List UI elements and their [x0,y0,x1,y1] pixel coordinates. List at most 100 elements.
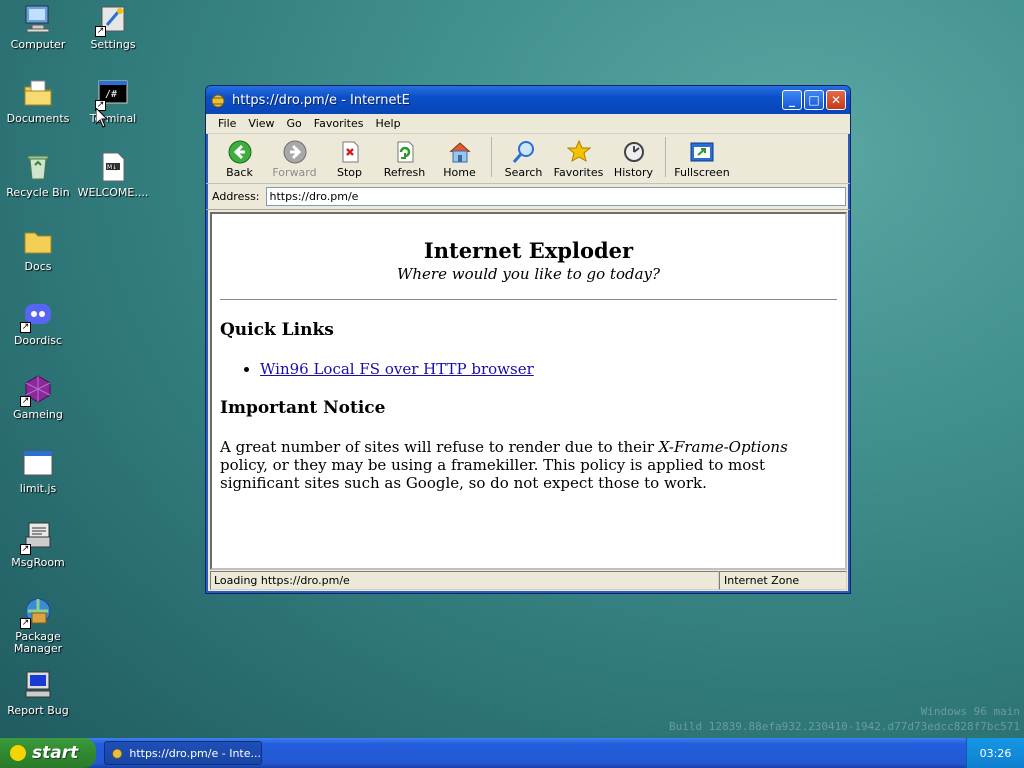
page-tagline: Where would you like to go today? [396,265,661,283]
favorites-button[interactable]: Favorites [551,140,606,179]
documents-icon [22,77,54,109]
window-title: https://dro.pm/e - InternetE [232,92,410,108]
favorites-label: Favorites [553,166,604,179]
shortcut-arrow-icon: ↗ [95,26,106,37]
search-label: Search [504,166,543,179]
search-icon [512,141,534,163]
status-bar: Loading https://dro.pm/e Internet Zone [210,571,847,590]
favorites-star-icon [566,140,591,163]
recycle-bin-icon [22,151,54,183]
system-tray[interactable]: 03:26 [966,738,1024,768]
browser-toolbar: Back Forward Stop Refresh Home Search Fa… [206,134,850,184]
desktop-icon-doordisc[interactable]: ↗ Doordisc [1,299,75,347]
refresh-button[interactable]: Refresh [377,140,432,179]
menu-file[interactable]: File [212,117,242,130]
local-fs-link[interactable]: Win96 Local FS over HTTP browser [260,360,534,378]
menu-view[interactable]: View [242,117,280,130]
taskbar: start https://dro.pm/e - Inte... 03:26 [0,738,1024,768]
toolbar-separator [665,136,666,177]
desktop-icon-welcome[interactable]: M↓ WELCOME.... [76,151,150,199]
shortcut-arrow-icon: ↗ [20,618,31,629]
desktop-icon-report-bug[interactable]: Report Bug [1,669,75,717]
forward-button[interactable]: Forward [267,140,322,179]
list-item: Win96 Local FS over HTTP browser [260,360,837,378]
search-button[interactable]: Search [496,140,551,179]
notice-text-end: policy, or they may be using a framekill… [220,456,766,492]
divider [220,299,837,300]
desktop-icon-label: MsgRoom [11,556,65,569]
svg-text:/#: /# [105,89,117,100]
browser-app-icon [112,748,123,759]
desktop-icon-documents[interactable]: Documents [1,77,75,125]
address-label: Address: [212,190,260,203]
clock: 03:26 [979,746,1012,760]
js-file-icon [22,447,54,479]
fullscreen-button[interactable]: Fullscreen [670,140,734,179]
desktop-icon-computer[interactable]: Computer [1,3,75,51]
desktop-icon-docs[interactable]: Docs [1,225,75,273]
msgroom-icon: ↗ [20,521,54,555]
notice-emphasis: X-Frame-Options [658,438,788,456]
notice-heading: Important Notice [220,398,386,418]
home-button[interactable]: Home [432,140,487,179]
back-button[interactable]: Back [212,140,267,179]
browser-app-icon [211,94,225,108]
refresh-icon [397,141,413,163]
close-icon: ✕ [830,93,842,107]
menu-bar: File View Go Favorites Help [206,114,850,134]
package-manager-icon: ↗ [20,595,54,629]
desktop-icon-label: Report Bug [7,704,69,717]
menu-help[interactable]: Help [370,117,407,130]
page-content[interactable]: Internet Exploder Where would you like t… [210,212,847,570]
doordisc-icon: ↗ [20,299,54,333]
start-label: start [32,743,79,763]
maximize-button[interactable]: □ [804,90,824,110]
desktop-icon-gameing[interactable]: ↗ Gameing [1,373,75,421]
desktop-icon-label: limit.js [19,482,57,495]
desktop-icon-label: Gameing [13,408,63,421]
fullscreen-icon [690,142,714,162]
taskbar-task-browser[interactable]: https://dro.pm/e - Inte... [104,741,262,765]
desktop-icon-msgroom[interactable]: ↗ MsgRoom [1,521,75,569]
page-title: Internet Exploder [423,238,634,263]
desktop-icon-limit-js[interactable]: limit.js [1,447,75,495]
minimize-button[interactable]: _ [782,90,802,110]
settings-icon: ↗ [95,3,129,37]
stop-label: Stop [336,166,362,179]
desktop-icon-label: Doordisc [13,334,63,347]
history-button[interactable]: History [606,140,661,179]
desktop-icon-recycle-bin[interactable]: Recycle Bin [1,151,75,199]
close-button[interactable]: ✕ [826,90,846,110]
status-text: Loading https://dro.pm/e [210,571,719,590]
quick-links-list: Win96 Local FS over HTTP browser [260,360,837,378]
start-button[interactable]: start [0,738,96,768]
browser-window[interactable]: https://dro.pm/e - InternetE _ □ ✕ File … [205,85,851,594]
notice-text-start: A great number of sites will refuse to r… [220,438,659,456]
start-smiley-icon [10,745,26,761]
stop-button[interactable]: Stop [322,140,377,179]
menu-go[interactable]: Go [281,117,308,130]
desktop-icon-label: Recycle Bin [6,186,70,199]
address-bar: Address: [206,184,850,210]
gameing-icon: ↗ [20,373,54,407]
stop-icon [342,141,358,163]
history-label: History [613,166,654,179]
menu-favorites[interactable]: Favorites [308,117,370,130]
quick-links-heading: Quick Links [220,320,334,340]
desktop-icon-settings[interactable]: ↗ Settings [76,3,150,51]
desktop-icon-label: Docs [24,260,52,273]
window-titlebar[interactable]: https://dro.pm/e - InternetE _ □ ✕ [206,86,850,114]
watermark-line-1: Windows 96 main [920,705,1020,718]
shortcut-arrow-icon: ↗ [20,322,31,333]
home-icon [449,142,470,163]
desktop-icon-label: Computer [10,38,66,51]
desktop-icon-label: WELCOME.... [77,186,149,199]
address-input[interactable] [265,187,846,206]
desktop-icon-terminal[interactable]: /# ↗ Terminal [76,77,150,125]
history-icon [623,142,644,162]
forward-arrow-icon [283,140,306,164]
forward-label: Forward [272,166,317,179]
status-zone: Internet Zone [719,571,847,590]
desktop-icon-package-manager[interactable]: ↗ Package Manager [1,595,75,655]
folder-icon [22,225,54,257]
